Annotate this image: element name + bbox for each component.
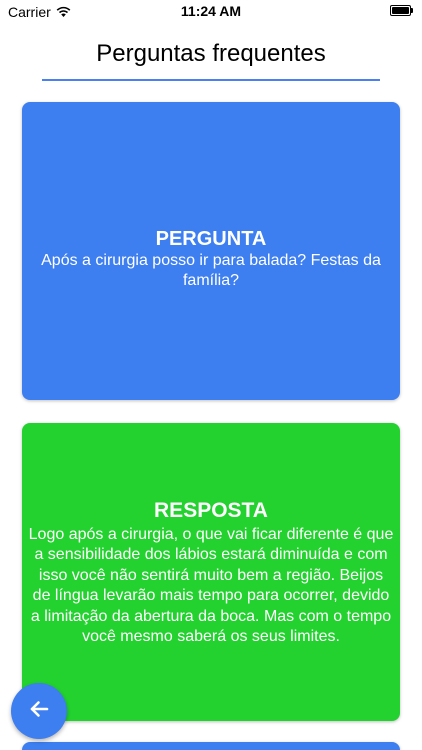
next-card: [22, 742, 400, 750]
question-heading: PERGUNTA: [155, 228, 267, 250]
title-underline: [42, 79, 380, 81]
answer-heading: RESPOSTA: [154, 498, 268, 522]
arrow-left-icon: [29, 699, 49, 724]
answer-card: RESPOSTA Logo após a cirurgia, o que vai…: [22, 423, 400, 721]
page-title: Perguntas frequentes: [96, 40, 326, 67]
question-text: Após a cirurgia posso ir para balada? Fe…: [41, 252, 381, 289]
battery-icon: [390, 5, 414, 16]
question-card-content: PERGUNTA Após a cirurgia posso ir para b…: [41, 227, 381, 291]
question-card: PERGUNTA Após a cirurgia posso ir para b…: [22, 102, 400, 400]
status-bar: Carrier 11:24 AM: [0, 0, 422, 22]
back-button[interactable]: [11, 683, 67, 739]
status-time: 11:24 AM: [180, 3, 242, 19]
faq-screen: Carrier 11:24 AM Perguntas frequentes PE…: [0, 0, 422, 750]
answer-card-content: RESPOSTA Logo após a cirurgia, o que vai…: [28, 499, 394, 648]
answer-text: Logo após a cirurgia, o que vai ficar di…: [28, 525, 394, 646]
